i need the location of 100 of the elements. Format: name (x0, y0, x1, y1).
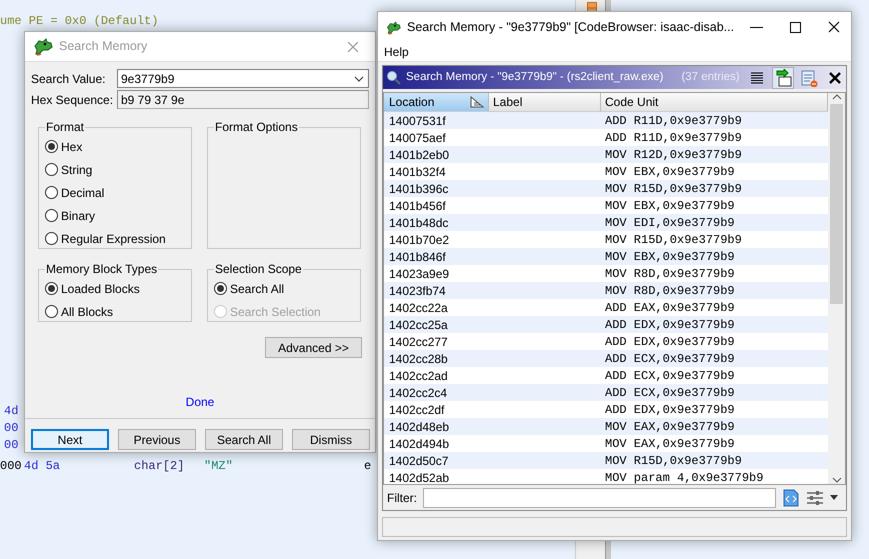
column-header[interactable]: Label (489, 93, 601, 111)
radio-option: Search Selection (214, 300, 354, 323)
table-cell-text: 1402cc28b (388, 350, 449, 368)
table-cell-text: MOV EAX,0x9e3779b9 (604, 436, 736, 452)
table-cell-text: MOV R15D,0x9e3779b9 (604, 452, 743, 470)
listing-bytes: 4d (4, 403, 18, 420)
field-label: Hex Sequence: (31, 92, 113, 108)
chevron-up-icon (832, 93, 842, 101)
close-icon (828, 21, 841, 34)
table-cell-text: 1402cc2df (388, 402, 446, 418)
group-title: Memory Block Types (45, 263, 158, 275)
panel-title: Search Memory - "9e3779b9" - (rs2client_raw.exe) (406, 70, 664, 85)
table-cell-text: 14007531f (388, 112, 447, 130)
table-cell-text: 1402d494b (388, 436, 450, 452)
table-cell-text: ADD ECX,0x9e3779b9 (604, 384, 736, 402)
filter-field[interactable] (423, 488, 776, 508)
table-cell-text: 14023fb74 (388, 282, 447, 300)
dialog-button[interactable]: Search All (205, 429, 283, 450)
group-title: Format Options (214, 121, 299, 133)
radio-option[interactable]: Loaded Blocks (45, 277, 185, 300)
radio-option[interactable]: Decimal (45, 181, 185, 204)
maximize-icon (789, 21, 802, 34)
dragon-logo-icon (33, 38, 53, 56)
table-cell-text: 1402d48eb (388, 418, 450, 436)
menu-item[interactable]: Help (384, 43, 409, 61)
navigate-icon (774, 68, 792, 86)
listing-value: "MZ" (204, 458, 233, 475)
table-cell-text: ADD R11D,0x9e3779b9 (604, 130, 743, 146)
table-cell-text: 1402cc277 (388, 334, 449, 350)
search-icon (386, 70, 402, 86)
search-value-combo[interactable]: 9e3779b9 (117, 69, 369, 88)
table-cell-text: MOV param 4,0x9e3779b9 (604, 470, 764, 484)
entry-count: (37 entries) (681, 70, 741, 85)
dragon-logo-icon (386, 18, 401, 36)
sliders-icon (806, 490, 824, 506)
minimize-icon (750, 27, 764, 28)
radio-option[interactable]: Hex (45, 135, 185, 158)
table-cell-text: MOV EAX,0x9e3779b9 (604, 418, 736, 436)
table-cell-text: 1401b456f (388, 198, 447, 214)
caret-icon (830, 495, 838, 500)
group-title: Format (45, 121, 86, 133)
radio-option[interactable]: All Blocks (45, 300, 185, 323)
table-cell-text: MOV R12D,0x9e3779b9 (604, 146, 743, 164)
table-cell-text: 1401b70e2 (388, 232, 450, 248)
listing-text: ume PE = 0x0 (Default) (0, 13, 158, 30)
table-cell-text: 1402cc2c4 (388, 384, 448, 402)
table-cell-text: 140075aef (388, 130, 447, 146)
table-cell-text: MOV EDI,0x9e3779b9 (604, 214, 736, 232)
listing-bytes: 00 (4, 437, 18, 454)
advanced-button[interactable]: Advanced >> (265, 337, 362, 358)
navigate-button[interactable] (772, 66, 794, 88)
radio-option[interactable]: Regular Expression (45, 227, 185, 250)
chevron-down-icon (832, 476, 842, 484)
table-cell-text: 1402d52ab (388, 470, 450, 484)
table-cell-text: MOV EBX,0x9e3779b9 (604, 164, 736, 180)
dialog-button[interactable]: Next (31, 429, 109, 450)
field-label: Filter: (387, 490, 417, 506)
listing-text: e (364, 458, 372, 475)
group-title: Selection Scope (214, 263, 303, 275)
chevron-down-icon (354, 76, 364, 82)
table-cell-text: 1401b48dc (388, 214, 450, 232)
sort-icon (470, 96, 484, 108)
scrollbar[interactable] (828, 93, 845, 484)
table-cell-text: 1401b32f4 (388, 164, 447, 180)
status-text: Done (186, 394, 214, 411)
table-cell-text: ADD EDX,0x9e3779b9 (604, 316, 736, 334)
table-cell-text: 14023a9e9 (388, 266, 450, 282)
window-title: Search Memory - "9e3779b9" [CodeBrowser: isaac-disab... (406, 19, 734, 36)
listing-bytes: 00 (4, 420, 18, 437)
listing-bytes: 4d 5a (24, 458, 60, 475)
dialog-button[interactable]: Previous (118, 429, 196, 450)
table-cell-text: MOV EBX,0x9e3779b9 (604, 198, 736, 214)
radio-option[interactable]: Search All (214, 277, 354, 300)
table-cell-text: 1402cc22a (388, 300, 449, 316)
table-cell-text: MOV R15D,0x9e3779b9 (604, 232, 743, 248)
column-header[interactable]: Location (384, 93, 489, 111)
hex-sequence-field: b9 79 37 9e (117, 90, 369, 109)
table-cell-text: ADD ECX,0x9e3779b9 (604, 350, 736, 368)
table-cell-text: ADD EAX,0x9e3779b9 (604, 300, 736, 316)
close-icon (347, 40, 359, 52)
table-cell-text: MOV EBX,0x9e3779b9 (604, 248, 736, 266)
radio-option[interactable]: String (45, 158, 185, 181)
table-cell-text: ADD EDX,0x9e3779b9 (604, 334, 736, 350)
table-delete-icon (800, 68, 818, 86)
table-cell-text: MOV R8D,0x9e3779b9 (604, 266, 736, 282)
listing-datatype: char[2] (134, 458, 184, 475)
table-cell-text: MOV R15D,0x9e3779b9 (604, 180, 743, 198)
table-cell-text: ADD EDX,0x9e3779b9 (604, 402, 736, 418)
table-cell-text: ADD ECX,0x9e3779b9 (604, 368, 736, 384)
table-cell-text: 1401b846f (388, 248, 447, 266)
dialog-button[interactable]: Dismiss (292, 429, 370, 450)
table-cell-text: MOV R8D,0x9e3779b9 (604, 282, 736, 300)
window-title: Search Memory (59, 38, 148, 56)
field-label: Search Value: (31, 70, 106, 88)
code-document-icon (782, 488, 800, 506)
table-cell-text: 1401b396c (388, 180, 450, 198)
listing-address: 000 (0, 458, 22, 475)
table-cell-text: ADD R11D,0x9e3779b9 (604, 112, 743, 130)
radio-option[interactable]: Binary (45, 204, 185, 227)
table-cell-text: 1402d50c7 (388, 452, 450, 470)
